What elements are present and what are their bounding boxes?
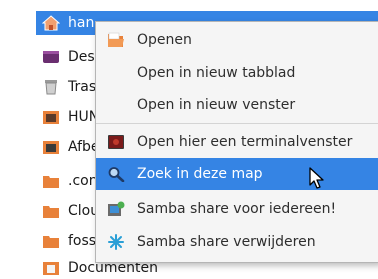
folder-icon bbox=[43, 111, 59, 124]
samba-share-icon bbox=[108, 201, 125, 216]
menu-item-open[interactable]: Openen bbox=[96, 24, 378, 56]
sidebar-item-home[interactable]: han bbox=[36, 11, 96, 35]
menu-item-samba-share[interactable]: Samba share voor iedereen! bbox=[96, 193, 378, 225]
sidebar-item-hun[interactable]: HUN bbox=[36, 106, 99, 128]
home-folder-icon bbox=[42, 15, 60, 31]
mouse-cursor-icon bbox=[309, 167, 324, 189]
search-icon bbox=[108, 167, 125, 182]
menu-item-open-new-tab[interactable]: Open in nieuw tabblad bbox=[96, 57, 378, 89]
menu-item-label: Open in nieuw venster bbox=[137, 97, 296, 113]
menu-item-label: Openen bbox=[137, 32, 192, 48]
documents-folder-icon bbox=[43, 262, 59, 275]
sidebar-item-config[interactable]: .con bbox=[36, 170, 98, 192]
menu-item-label: Zoek in deze map bbox=[137, 166, 263, 182]
trash-icon bbox=[45, 80, 57, 95]
menu-item-open-terminal[interactable]: Open hier een terminalvenster bbox=[96, 126, 378, 158]
desktop-icon bbox=[43, 51, 59, 63]
menu-item-open-new-window[interactable]: Open in nieuw venster bbox=[96, 89, 378, 121]
menu-item-label: Samba share voor iedereen! bbox=[137, 201, 337, 217]
menu-item-samba-remove[interactable]: Samba share verwijderen bbox=[96, 226, 378, 258]
folder-icon bbox=[43, 176, 59, 188]
folder-icon bbox=[43, 206, 59, 218]
sidebar-item-cloud[interactable]: Clou bbox=[36, 200, 99, 222]
sidebar-item-label: .con bbox=[68, 173, 98, 189]
sidebar-item-label: han bbox=[68, 15, 95, 31]
sidebar-item-foss[interactable]: foss bbox=[36, 230, 96, 252]
samba-remove-icon bbox=[108, 234, 124, 250]
sidebar-item-desktop[interactable]: Des bbox=[36, 46, 96, 68]
menu-item-label: Open hier een terminalvenster bbox=[137, 134, 353, 150]
sidebar-item-label: Tras bbox=[68, 79, 97, 95]
pictures-folder-icon bbox=[43, 141, 59, 154]
menu-separator bbox=[96, 123, 378, 124]
context-menu: Openen Open in nieuw tabblad Open in nie… bbox=[95, 21, 378, 263]
menu-item-search-folder[interactable]: Zoek in deze map bbox=[96, 158, 378, 190]
sidebar-item-pictures[interactable]: Afbe bbox=[36, 136, 100, 158]
menu-item-label: Open in nieuw tabblad bbox=[137, 65, 296, 81]
folder-icon bbox=[43, 236, 59, 248]
menu-item-label: Samba share verwijderen bbox=[137, 234, 316, 250]
sidebar-item-label: Des bbox=[68, 49, 95, 65]
sidebar-item-trash[interactable]: Tras bbox=[36, 76, 96, 98]
sidebar-item-label: foss bbox=[68, 233, 97, 249]
folder-open-icon bbox=[108, 32, 124, 47]
terminal-icon bbox=[108, 135, 124, 149]
